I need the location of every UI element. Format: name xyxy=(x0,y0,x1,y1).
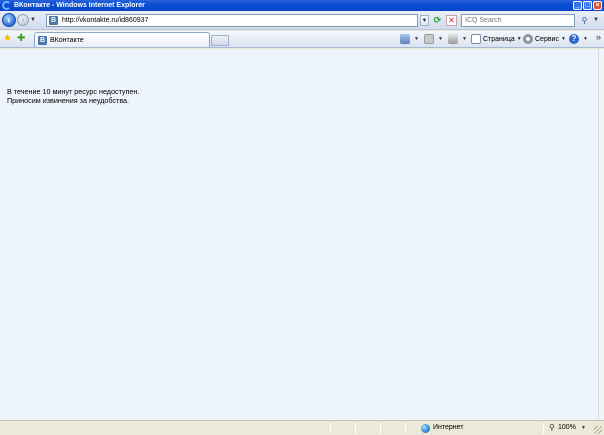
message-line-2: Приносим извинения за неудобства. xyxy=(7,96,130,105)
print-icon xyxy=(448,34,458,44)
address-input[interactable]: http://vkontakte.ru/id860937 xyxy=(62,17,148,24)
tab-vkontakte[interactable]: B ВКонтакте xyxy=(34,32,210,47)
page-content: В течение 10 минут ресурс недоступен. Пр… xyxy=(0,49,598,420)
page-menu-label: Страница xyxy=(483,35,515,43)
more-commands-button[interactable]: » xyxy=(596,32,601,42)
refresh-icon: ⟳ xyxy=(433,15,442,25)
security-zone-label: Интернет xyxy=(433,424,464,431)
message-line-1: В течение 10 минут ресурс недоступен. xyxy=(7,87,140,96)
title-bar: ВКонтакте - Windows Internet Explorer _ … xyxy=(0,0,604,11)
star-icon: ★ xyxy=(3,33,12,44)
zoom-level[interactable]: 100% xyxy=(558,424,576,431)
refresh-button[interactable]: ⟳ xyxy=(432,15,443,26)
tab-label: ВКонтакте xyxy=(50,36,84,44)
tools-menu-label: Сервис xyxy=(535,35,559,43)
search-box[interactable] xyxy=(461,14,575,27)
address-bar[interactable]: B http://vkontakte.ru/id860937 xyxy=(46,14,418,27)
page-menu-button[interactable]: Страница ▼ xyxy=(471,33,522,45)
tab-favicon-icon: B xyxy=(38,35,47,45)
home-icon xyxy=(400,34,410,44)
page-icon xyxy=(471,34,481,44)
back-button[interactable]: ‹ xyxy=(2,13,16,27)
address-dropdown[interactable]: ▼ xyxy=(420,15,429,26)
new-tab-button[interactable] xyxy=(211,35,229,46)
search-options-dropdown[interactable]: ▼ xyxy=(592,14,600,27)
feeds-icon xyxy=(424,34,434,44)
print-button[interactable]: ▼ xyxy=(448,33,467,45)
ie-logo-icon xyxy=(2,1,11,10)
status-divider xyxy=(330,423,331,434)
window-controls: _ □ × xyxy=(573,1,602,10)
vertical-scrollbar[interactable] xyxy=(598,49,604,420)
add-favorites-icon: ✚ xyxy=(17,33,26,44)
stop-button[interactable]: ✕ xyxy=(446,15,457,26)
address-toolbar: ‹ › ▼ B http://vkontakte.ru/id860937 ▼ ⟳… xyxy=(0,11,604,30)
help-icon: ? xyxy=(569,34,579,44)
zoom-icon[interactable]: ⚲ xyxy=(549,423,555,432)
tools-menu-button[interactable]: Сервис ▼ xyxy=(523,33,566,45)
forward-button[interactable]: › xyxy=(17,14,29,26)
search-icon: ⚲ xyxy=(581,16,588,25)
feeds-button[interactable]: ▼ xyxy=(424,33,443,45)
status-divider xyxy=(543,423,544,434)
resize-grip[interactable] xyxy=(594,426,602,434)
status-divider xyxy=(380,423,381,434)
globe-icon xyxy=(421,424,430,433)
favorites-button[interactable]: ★ xyxy=(3,33,12,45)
add-to-favorites-button[interactable]: ✚ xyxy=(17,33,25,45)
close-button[interactable]: × xyxy=(593,1,602,10)
zoom-dropdown[interactable]: ▼ xyxy=(581,425,586,431)
search-input[interactable] xyxy=(462,15,574,26)
back-arrow-icon: ‹ xyxy=(7,15,11,25)
command-toolbar: ★ ✚ B ВКонтакте ▼ ▼ ▼ Страница ▼ Сервис ▼ … xyxy=(0,31,604,48)
status-divider xyxy=(405,423,406,434)
unavailable-message: В течение 10 минут ресурс недоступен. Пр… xyxy=(7,87,139,105)
help-button[interactable]: ? ▼ xyxy=(569,33,588,45)
forward-arrow-icon: › xyxy=(21,15,25,24)
maximize-button[interactable]: □ xyxy=(583,1,592,10)
status-bar: Интернет ⚲ 100% ▼ xyxy=(0,420,604,435)
home-button[interactable]: ▼ xyxy=(400,33,419,45)
search-button[interactable]: ⚲ xyxy=(579,14,590,27)
gear-icon xyxy=(523,34,533,44)
history-dropdown[interactable]: ▼ xyxy=(30,17,36,23)
minimize-button[interactable]: _ xyxy=(573,1,582,10)
status-divider xyxy=(355,423,356,434)
window-title: ВКонтакте - Windows Internet Explorer xyxy=(14,2,145,9)
site-favicon-icon: B xyxy=(49,16,58,25)
stop-icon: ✕ xyxy=(448,16,455,25)
